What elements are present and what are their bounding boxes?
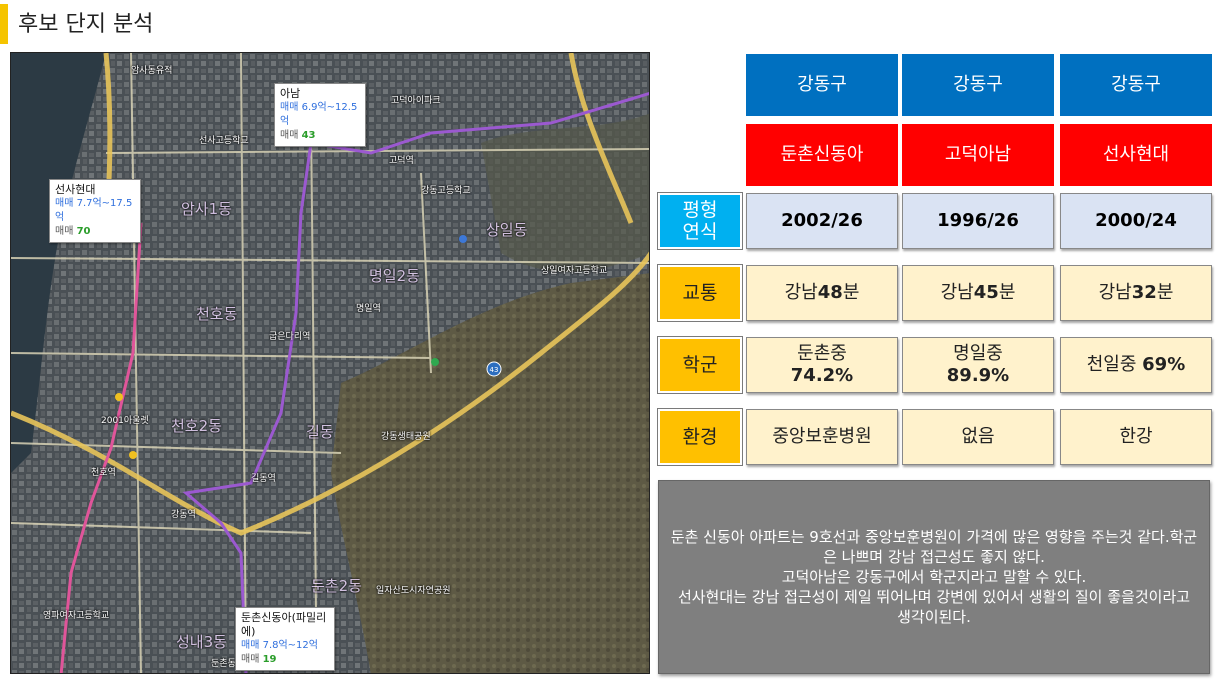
- transport-cell: 강남 32 분: [1060, 265, 1212, 321]
- row-label-size-year: 평형 연식: [657, 192, 743, 250]
- callout-count: 매매 43: [280, 130, 316, 141]
- school-cell: 명일중 89.9%: [902, 337, 1054, 393]
- row-label-school: 학군: [657, 336, 743, 394]
- map-label-cheonho: 천호동: [196, 305, 238, 323]
- map-label-2001-outlet: 2001아울렛: [101, 416, 149, 426]
- callout-name: 선사현대: [55, 183, 96, 196]
- callout-name: 둔촌신동아(파밀리에): [241, 611, 327, 638]
- map-label-seongnae3: 성내3동: [176, 633, 227, 651]
- environment-cell: 중앙보훈병원: [746, 409, 898, 465]
- map-label-iljasan-park: 일자산도시자연공원: [376, 586, 451, 596]
- page-title: 후보 단지 분석: [18, 12, 154, 37]
- map-label-godeok-station: 고덕역: [389, 156, 414, 166]
- summary-line: 선사현대는 강남 접근성이 제일 뛰어나며 강변에 있어서 생활의 질이 좋을것…: [677, 588, 1191, 626]
- callout-price: 매매 6.9억~12.5억: [280, 102, 358, 127]
- size-year-cell: 1996/26: [902, 193, 1054, 249]
- map-label-cheonho2: 천호2동: [171, 417, 222, 435]
- school-pin-icon[interactable]: [459, 235, 467, 243]
- map-label-gangdong-high: 강동고등학교: [421, 186, 471, 196]
- transport-cell: 강남 48 분: [746, 265, 898, 321]
- complex-header: 선사현대: [1060, 124, 1212, 186]
- callout-name: 아남: [280, 87, 301, 100]
- callout-count: 매매 70: [55, 226, 91, 237]
- map-label-gubeundari-station: 굽은다리역: [269, 332, 311, 342]
- callout-price: 매매 7.8억~12억: [241, 640, 318, 651]
- analysis-summary: 둔촌 신동아 아파트는 9호선과 중앙보훈병원이 가격에 많은 영향을 주는것 …: [658, 480, 1210, 674]
- shopping-pin-icon[interactable]: [129, 451, 137, 459]
- park-pin-icon[interactable]: [431, 358, 439, 366]
- complex-header: 둔촌신동아: [746, 124, 898, 186]
- map-label-godeok-ipark: 고덕아이파크: [391, 96, 441, 106]
- environment-cell: 없음: [902, 409, 1054, 465]
- district-header: 강동구: [902, 54, 1054, 116]
- row-label-environment: 환경: [657, 408, 743, 466]
- map-label-cheonho-station: 천호역: [91, 468, 116, 478]
- satellite-map[interactable]: 43 암사1동 상일동 천호동 명일2동 길동 둔촌2동 성내3동 천호2동 암…: [10, 52, 650, 674]
- environment-cell: 한강: [1060, 409, 1212, 465]
- shopping-pin-icon[interactable]: [115, 393, 123, 401]
- callout-seonsa-hyundai[interactable]: 선사현대 매매 7.7억~17.5억 매매 70: [49, 179, 141, 243]
- map-label-sangil: 상일동: [486, 221, 528, 239]
- map-label-amsa-site: 암사동유적: [131, 66, 173, 76]
- slide: 후보 단지 분석 43 암사1동 상일동 천호동 명일2동 길동 둔촌2동 성내…: [0, 0, 1216, 684]
- callout-price: 매매 7.7억~17.5억: [55, 198, 133, 223]
- school-cell: 둔촌중 74.2%: [746, 337, 898, 393]
- school-cell: 천일중 69%: [1060, 337, 1212, 393]
- size-year-cell: 2002/26: [746, 193, 898, 249]
- callout-anam[interactable]: 아남 매매 6.9억~12.5억 매매 43: [274, 83, 366, 147]
- row-label-transport: 교통: [657, 264, 743, 322]
- callout-count: 매매 19: [241, 654, 277, 665]
- map-label-amsa1dong: 암사1동: [181, 200, 232, 218]
- map-label-eco-park: 강동생태공원: [381, 432, 431, 442]
- map-label-sangil-girls-high: 상일여자고등학교: [541, 266, 608, 276]
- map-label-seonsa-high: 선사고등학교: [199, 136, 249, 146]
- transport-cell: 강남 45 분: [902, 265, 1054, 321]
- map-label-gangdong-station: 강동역: [171, 510, 196, 520]
- map-label-dunchon2: 둔촌2동: [311, 577, 362, 595]
- map-label-gil-station: 길동역: [251, 474, 276, 484]
- map-label-youngpa-high: 영파여자고등학교: [43, 611, 110, 621]
- map-label-gildong: 길동: [306, 423, 334, 441]
- size-year-cell: 2000/24: [1060, 193, 1212, 249]
- district-header: 강동구: [746, 54, 898, 116]
- map-label-myeongil2: 명일2동: [369, 267, 420, 285]
- summary-line: 둔촌 신동아 아파트는 9호선과 중앙보훈병원이 가격에 많은 영향을 주는것 …: [670, 528, 1198, 566]
- complex-header: 고덕아남: [902, 124, 1054, 186]
- summary-line: 고덕아남은 강동구에서 학군지라고 말할 수 있다.: [781, 568, 1087, 586]
- district-header: 강동구: [1060, 54, 1212, 116]
- callout-dunchon-sindonga[interactable]: 둔촌신동아(파밀리에) 매매 7.8억~12억 매매 19: [235, 607, 335, 671]
- map-label-myeongil-station: 명일역: [356, 304, 381, 314]
- svg-text:43: 43: [490, 366, 499, 374]
- title-accent-bar: [0, 4, 8, 44]
